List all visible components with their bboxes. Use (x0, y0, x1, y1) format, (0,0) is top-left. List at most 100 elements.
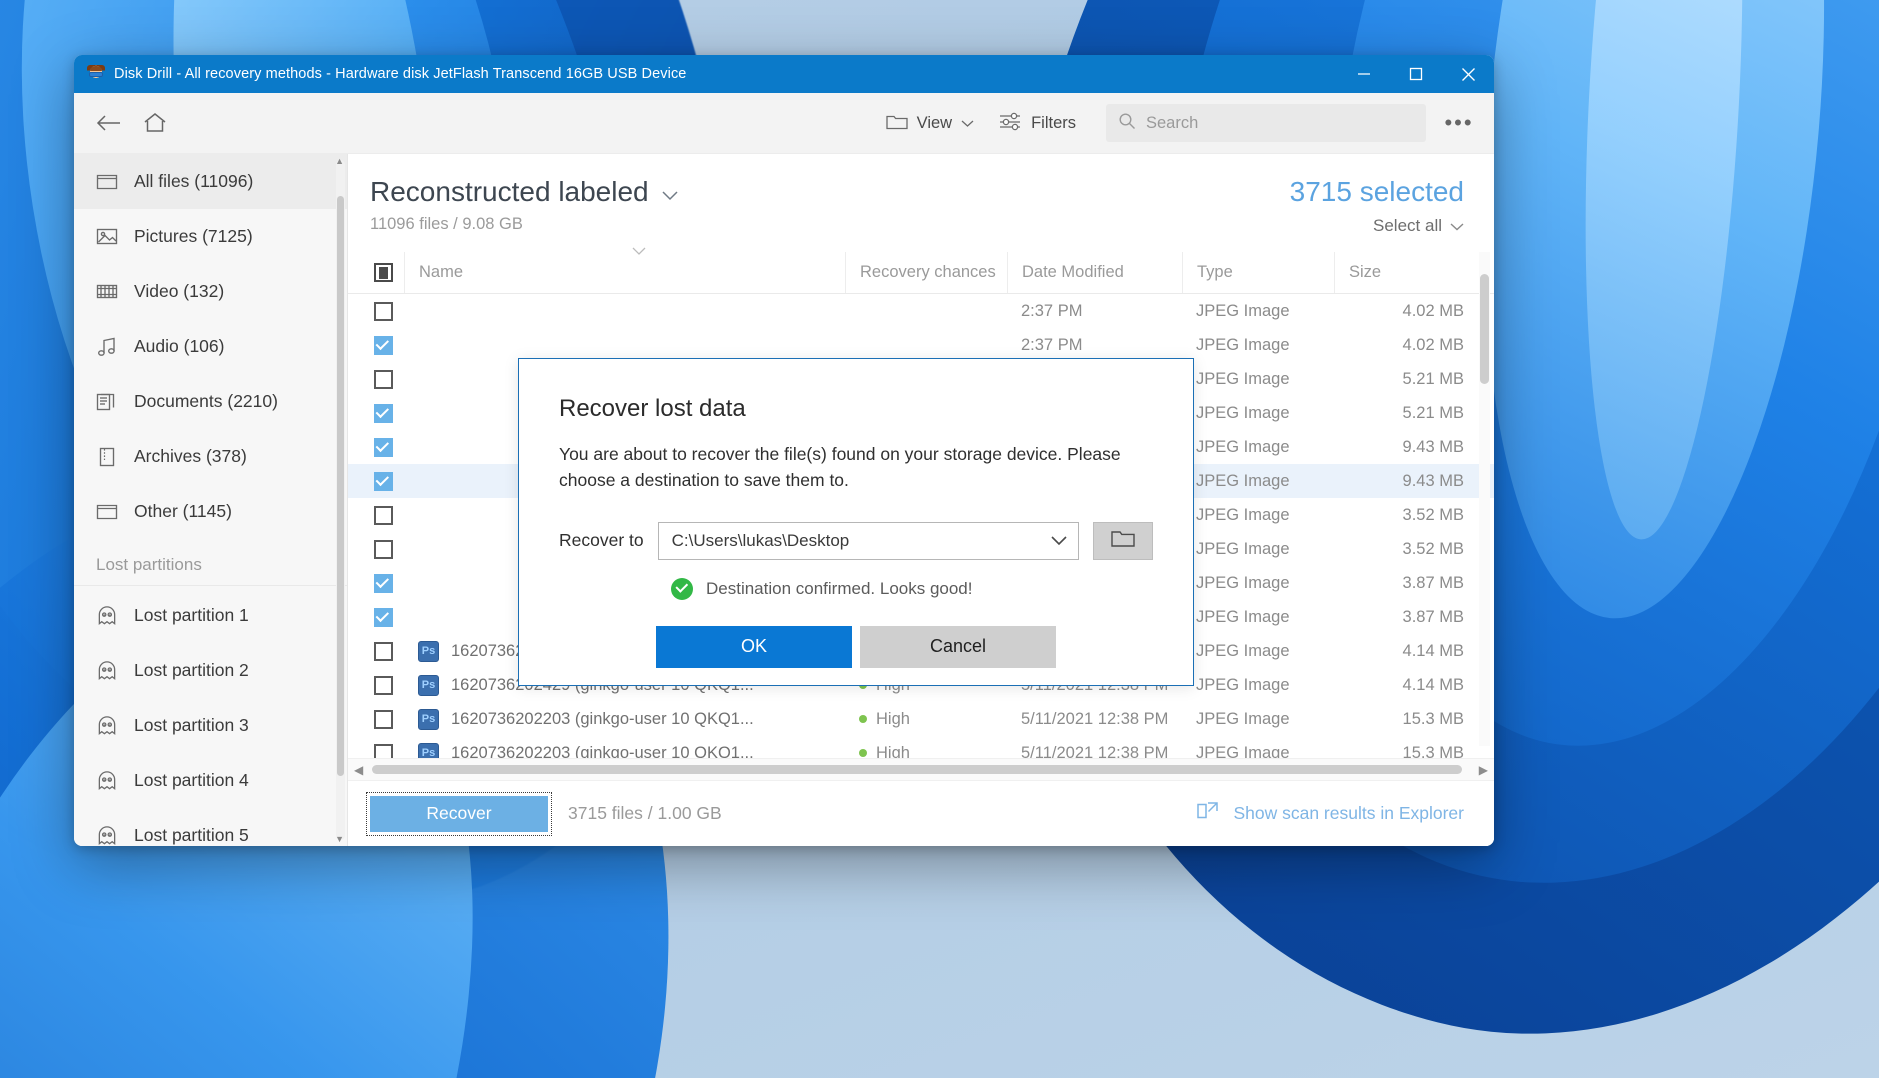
dialog-title: Recover lost data (559, 395, 746, 422)
sidebar-category-list: All files (11096) Pictures (7125) Video (1… (74, 154, 347, 539)
table-scroll-thumb[interactable] (1480, 274, 1489, 384)
window-title: Disk Drill - All recovery methods - Hard… (114, 66, 687, 82)
scroll-down-arrow-icon[interactable]: ▼ (335, 834, 344, 844)
cancel-button[interactable]: Cancel (860, 625, 1056, 668)
minimize-button[interactable] (1338, 55, 1390, 93)
folder-icon (885, 112, 908, 135)
table-vertical-scrollbar[interactable] (1479, 252, 1490, 746)
row-checkbox[interactable] (348, 505, 404, 525)
sidebar-partition-label: Lost partition 5 (134, 825, 249, 845)
cell-type: JPEG Image (1196, 437, 1290, 456)
table-hscroll-thumb[interactable] (372, 765, 1462, 774)
sidebar-item-5[interactable]: Archives (378) (74, 429, 347, 484)
row-checkbox[interactable] (348, 437, 404, 457)
ghost-icon (96, 605, 118, 627)
row-checkbox[interactable] (348, 607, 404, 627)
sidebar-partition-4[interactable]: Lost partition 4 (74, 753, 347, 808)
page-title[interactable]: Reconstructed labeled (370, 176, 679, 208)
cell-type: JPEG Image (1196, 335, 1290, 354)
recover-dialog: Recover lost data You are about to recov… (518, 358, 1194, 686)
content-header: Reconstructed labeled 11096 files / 9.08… (348, 154, 1494, 236)
home-button[interactable] (132, 101, 178, 145)
sidebar-item-0[interactable]: All files (11096) (74, 154, 347, 209)
row-checkbox[interactable] (348, 675, 404, 695)
cell-size: 4.02 MB (1402, 335, 1464, 354)
row-checkbox[interactable] (348, 301, 404, 321)
documents-icon (96, 391, 118, 413)
sidebar-item-2[interactable]: Video (132) (74, 264, 347, 319)
row-checkbox[interactable] (348, 335, 404, 355)
sidebar-scrollbar[interactable]: ▲ ▼ (335, 156, 345, 844)
sidebar-scroll-thumb[interactable] (337, 196, 344, 776)
chevron-down-icon[interactable] (661, 176, 679, 208)
sidebar-partition-1[interactable]: Lost partition 1 (74, 588, 347, 643)
show-in-explorer-link[interactable]: Show scan results in Explorer (1196, 800, 1464, 827)
sidebar-partition-3[interactable]: Lost partition 3 (74, 698, 347, 753)
scroll-right-arrow-icon[interactable]: ▶ (1479, 763, 1488, 777)
cell-size: 4.14 MB (1402, 641, 1464, 660)
select-all-button[interactable]: Select all (1290, 216, 1464, 236)
table-row[interactable]: 2:37 PM JPEG Image 4.02 MB (348, 294, 1494, 328)
maximize-button[interactable] (1390, 55, 1442, 93)
more-options-button[interactable]: ••• (1432, 101, 1486, 145)
folder-browse-icon (1110, 528, 1136, 554)
row-checkbox[interactable] (348, 403, 404, 423)
ok-button[interactable]: OK (656, 625, 852, 668)
view-button[interactable]: View (874, 104, 986, 143)
close-button[interactable] (1442, 55, 1494, 93)
cell-type: JPEG Image (1196, 301, 1290, 320)
row-checkbox[interactable] (348, 369, 404, 389)
destination-select[interactable]: C:\Users\lukas\Desktop (657, 521, 1079, 560)
sidebar-partition-5[interactable]: Lost partition 5 (74, 808, 347, 846)
sidebar-item-1[interactable]: Pictures (7125) (74, 209, 347, 264)
row-checkbox[interactable] (348, 743, 404, 758)
cell-size: 9.43 MB (1402, 437, 1464, 456)
destination-status: Destination confirmed. Looks good! (519, 560, 1193, 600)
recover-button[interactable]: Recover (366, 791, 552, 836)
photoshop-file-icon: Ps (418, 708, 439, 730)
sidebar-item-6[interactable]: Other (1145) (74, 484, 347, 539)
sidebar-partition-list: Lost partition 1 Lost partition 2 Lost par… (74, 588, 347, 846)
scroll-up-arrow-icon[interactable]: ▲ (335, 156, 344, 166)
disk-drill-icon (87, 65, 105, 83)
row-checkbox[interactable] (348, 539, 404, 559)
sort-chevron-icon (631, 244, 647, 259)
sidebar-item-label: Video (132) (134, 281, 225, 301)
file-name: 1620736202203 (ginkgo-user 10 QKQ1... (451, 743, 754, 759)
ghost-icon (96, 660, 118, 682)
recovery-chance: High (876, 743, 910, 759)
column-header-type[interactable]: Type (1182, 252, 1334, 293)
search-placeholder: Search (1146, 113, 1199, 132)
row-checkbox[interactable] (348, 641, 404, 661)
row-checkbox[interactable] (348, 573, 404, 593)
sidebar-section-label: Lost partitions (74, 539, 347, 586)
sidebar-item-4[interactable]: Documents (2210) (74, 374, 347, 429)
table-header-row: Name Recovery chances Date Modified Type… (348, 247, 1494, 294)
column-header-size[interactable]: Size (1334, 252, 1494, 293)
chevron-down-icon[interactable] (1050, 531, 1068, 551)
filters-button[interactable]: Filters (986, 103, 1088, 144)
table-horizontal-scrollbar[interactable]: ◀ ▶ (348, 758, 1494, 780)
column-header-name[interactable]: Name (404, 247, 845, 293)
table-row[interactable]: Ps 1620736202203 (ginkgo-user 10 QKQ1... H… (348, 702, 1494, 736)
cell-type: JPEG Image (1196, 743, 1290, 759)
table-row[interactable]: Ps 1620736202203 (ginkgo-user 10 QKQ1... H… (348, 736, 1494, 758)
sidebar-item-3[interactable]: Audio (106) (74, 319, 347, 374)
select-all-checkbox[interactable] (348, 252, 404, 293)
desktop-background: Disk Drill - All recovery methods - Hard… (0, 0, 1879, 1078)
scroll-left-arrow-icon[interactable]: ◀ (354, 763, 363, 777)
table-row[interactable]: 2:37 PM JPEG Image 4.02 MB (348, 328, 1494, 362)
browse-folder-button[interactable] (1093, 521, 1153, 560)
selection-block: 3715 selected Select all (1290, 176, 1464, 236)
row-checkbox[interactable] (348, 471, 404, 491)
search-input[interactable]: Search (1106, 104, 1426, 142)
selected-count: 3715 selected (1289, 176, 1464, 207)
cell-size: 15.3 MB (1402, 709, 1464, 728)
sidebar-partition-2[interactable]: Lost partition 2 (74, 643, 347, 698)
back-button[interactable] (86, 101, 132, 145)
content-title-block: Reconstructed labeled 11096 files / 9.08… (370, 176, 679, 234)
column-header-recovery[interactable]: Recovery chances (845, 252, 1007, 293)
recovery-chance: High (876, 709, 910, 728)
column-header-date[interactable]: Date Modified (1007, 252, 1182, 293)
row-checkbox[interactable] (348, 709, 404, 729)
